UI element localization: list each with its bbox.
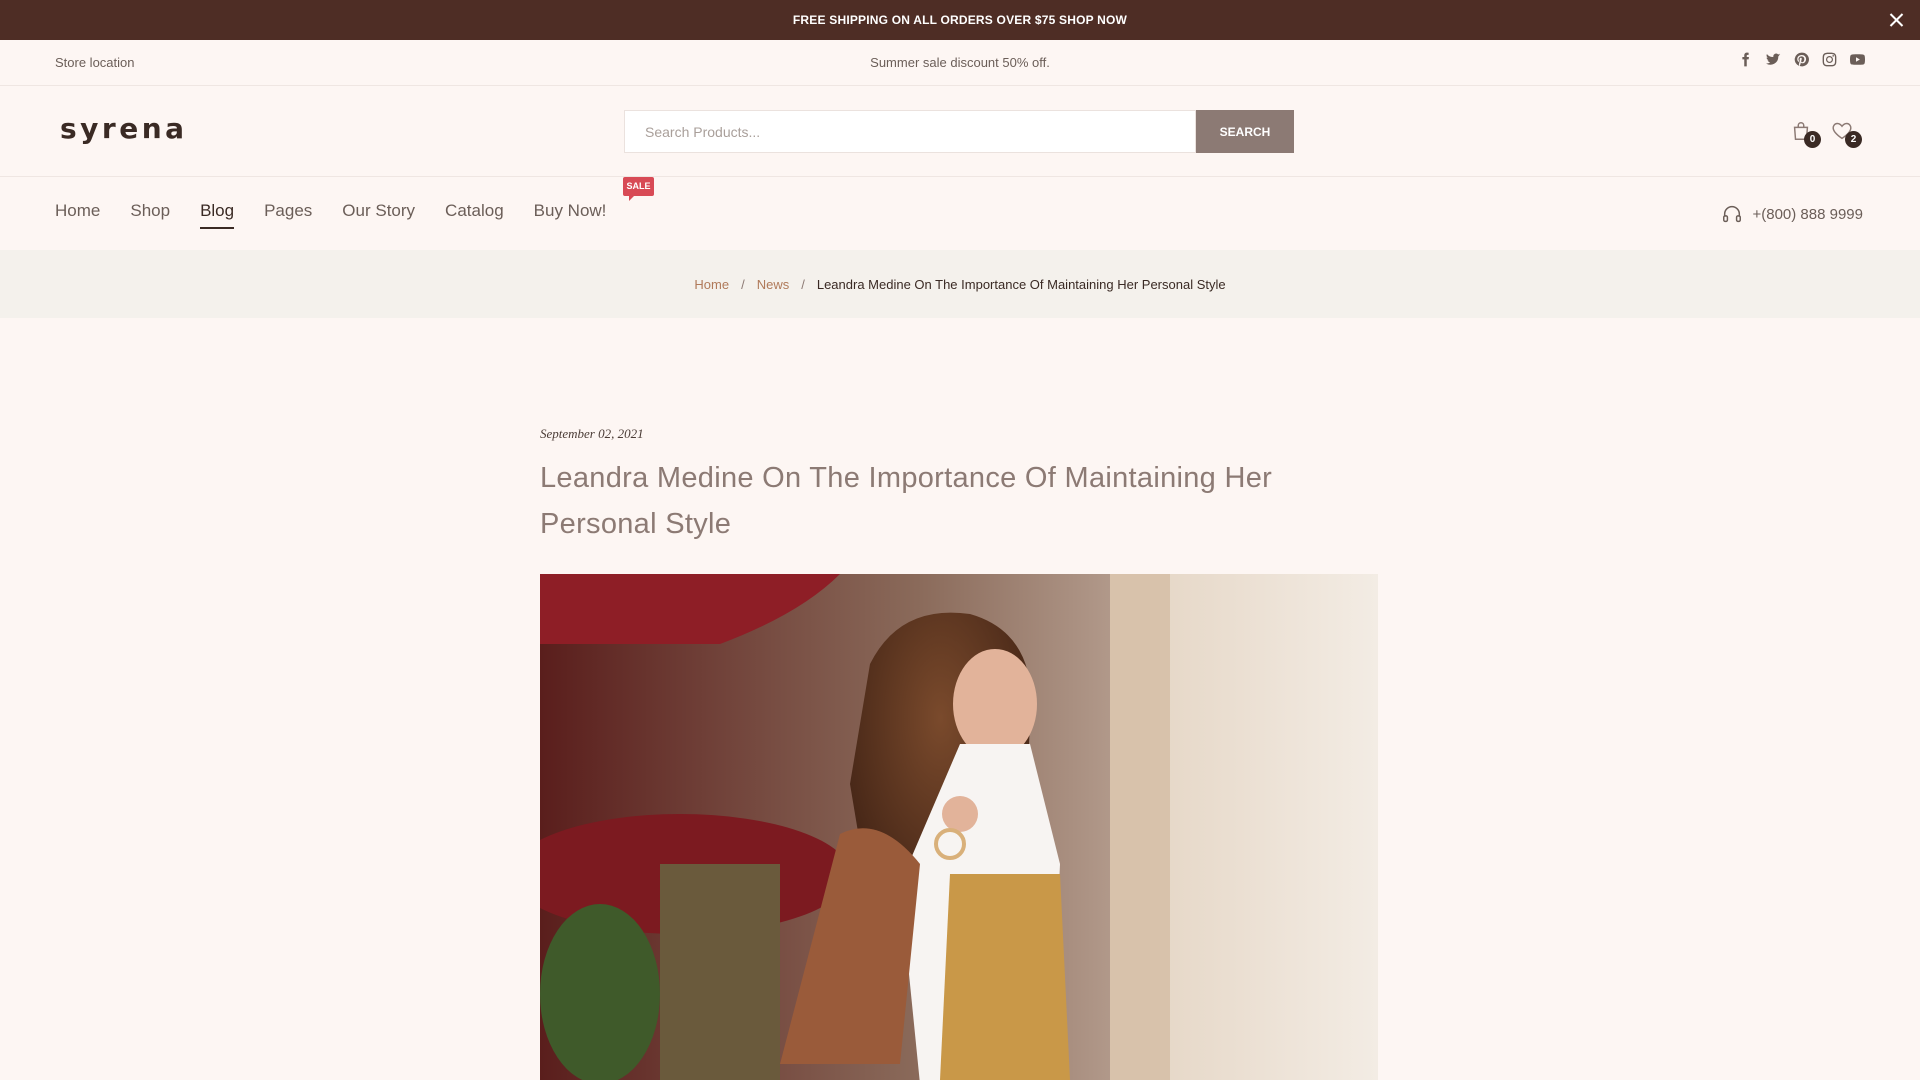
nav-item-buy-now[interactable]: Buy Now! — [534, 201, 607, 229]
cart-count-badge: 0 — [1804, 131, 1821, 148]
breadcrumb-separator: / — [741, 276, 745, 292]
search-input[interactable] — [624, 110, 1196, 153]
nav-item-catalog[interactable]: Catalog — [445, 201, 504, 229]
nav-item-home[interactable]: Home — [55, 201, 100, 229]
instagram-icon[interactable] — [1822, 52, 1837, 69]
twitter-icon[interactable] — [1766, 52, 1781, 69]
site-header: syrena SEARCH 0 2 — [0, 86, 1920, 177]
nav-item-our-story[interactable]: Our Story — [342, 201, 415, 229]
phone-number: +(800) 888 9999 — [1752, 205, 1863, 223]
phone-contact[interactable]: +(800) 888 9999 — [1721, 203, 1863, 225]
breadcrumb-home[interactable]: Home — [694, 277, 729, 292]
close-icon[interactable] — [1882, 6, 1910, 34]
breadcrumb-news[interactable]: News — [757, 277, 790, 292]
wishlist-count-badge: 2 — [1845, 131, 1862, 148]
search-bar: SEARCH — [624, 110, 1294, 153]
breadcrumb: Home / News / Leandra Medine On The Impo… — [0, 250, 1920, 318]
store-location-link[interactable]: Store location — [55, 55, 135, 70]
nav-item-shop[interactable]: Shop — [130, 201, 170, 229]
announcement-bar: FREE SHIPPING ON ALL ORDERS OVER $75 SHO… — [0, 0, 1920, 40]
topbar: Store location Summer sale discount 50% … — [0, 40, 1920, 86]
site-logo[interactable]: syrena — [60, 112, 188, 145]
social-links — [1738, 52, 1866, 69]
youtube-icon[interactable] — [1849, 52, 1866, 69]
breadcrumb-separator: / — [801, 276, 805, 292]
nav-item-blog[interactable]: Blog — [200, 201, 235, 229]
sale-badge: SALE — [623, 177, 654, 201]
facebook-icon[interactable] — [1738, 52, 1753, 69]
post-featured-image — [540, 574, 1378, 1080]
headphones-icon — [1723, 206, 1742, 223]
promo-text: Summer sale discount 50% off. — [870, 55, 1050, 70]
post-title: Leandra Medine On The Importance Of Main… — [540, 462, 1273, 540]
breadcrumb-current: Leandra Medine On The Importance Of Main… — [816, 276, 1226, 292]
post-date: September 02, 2021 — [540, 426, 644, 441]
wishlist-button[interactable]: 2 — [1831, 120, 1862, 148]
pinterest-icon[interactable] — [1794, 52, 1809, 69]
search-button[interactable]: SEARCH — [1196, 110, 1294, 153]
nav-item-pages[interactable]: Pages — [264, 201, 312, 229]
main-nav: Home Shop Blog Pages Our Story Catalog B… — [0, 177, 1920, 250]
cart-button[interactable]: 0 — [1790, 120, 1821, 148]
announcement-text[interactable]: FREE SHIPPING ON ALL ORDERS OVER $75 SHO… — [793, 13, 1127, 27]
